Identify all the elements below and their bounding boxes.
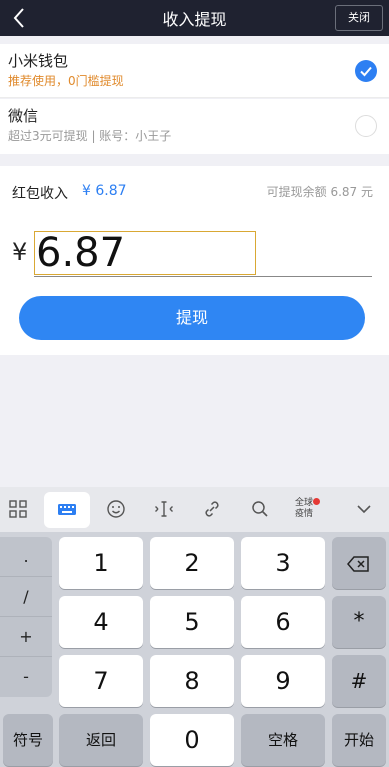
symbols-key[interactable]: 符号	[3, 714, 53, 766]
input-underline	[34, 276, 372, 277]
option-title: 微信	[8, 107, 39, 125]
notification-dot	[313, 498, 320, 505]
withdraw-card: 红包收入 ¥ 6.87 可提现余额 6.87 元 ¥ 提现	[0, 166, 389, 355]
link-icon[interactable]	[200, 498, 224, 522]
chevron-down-icon[interactable]	[352, 498, 376, 522]
redpack-amount: ¥ 6.87	[82, 183, 127, 199]
key-3[interactable]: 3	[241, 537, 325, 589]
key-6[interactable]: 6	[241, 596, 325, 648]
key-4[interactable]: 4	[59, 596, 143, 648]
option-subtitle: 推荐使用，0门槛提现	[8, 74, 124, 88]
cursor-move-icon[interactable]	[152, 498, 176, 522]
symbol-column: . / + -	[0, 537, 52, 697]
key-2[interactable]: 2	[150, 537, 234, 589]
unselected-radio-icon[interactable]	[355, 115, 377, 137]
key-1[interactable]: 1	[59, 537, 143, 589]
redpack-label: 红包收入	[12, 186, 68, 202]
key-slash[interactable]: /	[0, 577, 52, 617]
key-plus[interactable]: +	[0, 617, 52, 657]
selected-check-icon[interactable]	[355, 60, 377, 82]
key-7[interactable]: 7	[59, 655, 143, 707]
option-title: 小米钱包	[8, 52, 69, 70]
keyboard-icon[interactable]	[55, 498, 79, 522]
key-star[interactable]: *	[332, 596, 386, 648]
space-key[interactable]: 空格	[241, 714, 325, 766]
key-hash[interactable]: #	[332, 655, 386, 707]
payment-option-wechat[interactable]: 微信 超过3元可提现 | 账号：小王子	[0, 99, 389, 154]
news-badge-label: 全球 疫情	[294, 498, 313, 519]
back-key[interactable]: 返回	[59, 714, 143, 766]
emoji-icon[interactable]	[104, 498, 128, 522]
option-subtitle: 超过3元可提现 | 账号：小王子	[8, 129, 172, 143]
app-header: 收入提现 关闭	[0, 0, 389, 36]
grid-menu-icon[interactable]	[6, 498, 30, 522]
backspace-key[interactable]	[332, 537, 386, 589]
keyboard-toolbar: 全球 疫情	[0, 487, 389, 532]
currency-symbol: ¥	[12, 238, 28, 266]
key-minus[interactable]: -	[0, 657, 52, 697]
available-balance: 可提现余额 6.87 元	[266, 185, 373, 199]
key-dot[interactable]: .	[0, 537, 52, 577]
go-key[interactable]: 开始	[332, 714, 386, 766]
withdraw-button[interactable]: 提现	[19, 296, 365, 340]
amount-input[interactable]	[34, 231, 256, 275]
close-button[interactable]: 关闭	[335, 5, 383, 31]
payment-option-mi-wallet[interactable]: 小米钱包 推荐使用，0门槛提现	[0, 44, 389, 98]
key-8[interactable]: 8	[150, 655, 234, 707]
backspace-icon	[347, 555, 369, 572]
key-9[interactable]: 9	[241, 655, 325, 707]
key-5[interactable]: 5	[150, 596, 234, 648]
page-title: 收入提现	[162, 10, 227, 29]
numeric-keyboard: 全球 疫情 . / + - 1 2 3 4 5 6 * 7 8 9 # 符号 返…	[0, 487, 389, 767]
search-icon[interactable]	[248, 498, 272, 522]
key-0[interactable]: 0	[150, 714, 234, 766]
